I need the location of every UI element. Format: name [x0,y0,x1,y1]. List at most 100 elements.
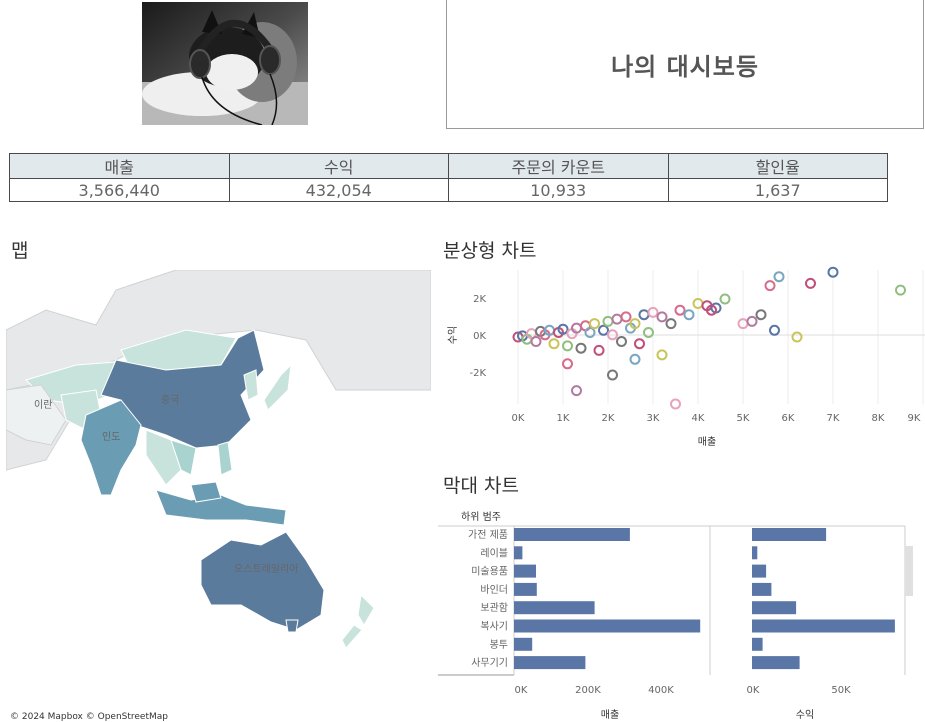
scatter-point [773,271,785,283]
scatter-point [895,284,906,296]
map-view[interactable]: 중국 이란 인도 오스트레일리아 [6,270,431,720]
scatter-point [616,336,627,347]
bar-sales-series [514,528,701,670]
bar-profit[interactable] [752,656,800,670]
scatter-title: 분상형 차트 [443,240,537,262]
bar-sales[interactable] [514,656,586,670]
bar-category-label: 레이블 [480,547,508,559]
bar-profit[interactable] [752,564,767,578]
bar-sales-tick-0: 0K [515,685,528,696]
scatter-point [805,277,816,289]
scatter-point [571,385,582,397]
scatter-point [620,311,632,323]
map-svg[interactable]: 중국 이란 인도 오스트레일리아 [6,270,431,720]
map-title: 맵 [11,240,29,262]
scatter-xtick-2: 2K [602,413,615,424]
bar-sales[interactable] [514,619,701,633]
scatter-xtick-0: 0K [512,413,525,424]
kpi-header-profit: 수익 [228,153,449,179]
scatter-ytick-0k: 0K [473,331,486,342]
bar-sales-tick-200k: 200K [575,685,601,696]
bar-title: 막대 차트 [443,475,519,497]
kpi-header-sales: 매출 [9,153,230,179]
scatter-point [670,398,681,410]
dashboard-title: 나의 대시보등 [611,52,759,81]
scatter-point [791,331,803,343]
map-label-india: 인도 [102,431,120,443]
bar-sales[interactable] [514,546,523,560]
scatter-point [769,324,780,336]
scatter-points [512,266,906,410]
kpi-value-row: 3,566,440 432,054 10,933 1,637 [9,178,888,202]
scatter-point [598,324,609,336]
map-region-tasmania[interactable] [285,619,299,633]
kpi-header-discount: 할인율 [667,153,888,179]
map-region-borneo[interactable] [190,481,222,503]
bar-profit[interactable] [752,637,763,651]
bar-sales-tick-400k: 400K [648,685,674,696]
map-label-china: 중국 [161,394,179,406]
scatter-xtick-4: 4K [692,413,705,424]
scatter-point [593,344,605,356]
bar-profit-series [752,528,895,670]
bar-category-label: 보관함 [480,602,508,614]
bar-sales[interactable] [514,601,595,615]
scatter-point [607,369,618,381]
scatter-point [746,315,758,327]
scatter-chart[interactable]: 2K 0K -2K 0K 1K 2K 3K 4K 5K 6K 7K 8K 9K … [440,262,925,454]
scatter-point [562,358,573,370]
scatter-point [638,309,650,321]
bar-sales[interactable] [514,582,537,596]
scatter-point [665,318,677,330]
kpi-table: 매출 수익 주문의 카운트 할인율 3,566,440 432,054 10,9… [9,153,888,202]
bar-chart[interactable]: 하위 범주 가전 제품레이블미술용품바인더보관함복사기봉투사무기기 0K 200… [438,500,925,720]
kpi-value-discount: 1,637 [667,178,888,202]
bar-category-label: 사무기기 [471,657,508,669]
kpi-value-order-count: 10,933 [448,178,669,202]
bar-category-label: 바인더 [480,584,508,596]
scatter-point [764,280,776,292]
scatter-point [548,338,560,350]
bar-sales[interactable] [514,637,533,651]
scatter-point [562,340,573,352]
bar-profit[interactable] [752,582,772,596]
bar-category-label: 복사기 [480,621,508,633]
scatter-point [629,353,641,365]
bar-sales[interactable] [514,528,630,541]
scatter-ylabel: 수익 [447,326,459,344]
map-credit: © 2024 Mapbox © OpenStreetMap [10,712,168,722]
scatter-point [611,313,623,325]
kpi-value-profit: 432,054 [228,178,449,202]
bar-scrollbar[interactable] [905,546,913,596]
bar-profit[interactable] [752,528,827,541]
scatter-xtick-1: 1K [557,413,570,424]
bar-category-labels: 가전 제품레이블미술용품바인더보관함복사기봉투사무기기 [468,529,508,669]
scatter-xlabel: 매출 [698,436,716,448]
dashboard-title-box: 나의 대시보등 [446,0,924,129]
scatter-point [589,318,600,330]
bar-profit[interactable] [752,546,758,560]
bar-profit[interactable] [752,601,797,615]
kpi-value-sales: 3,566,440 [9,178,230,202]
bar-sales-xlabel: 매출 [601,709,619,720]
scatter-point [575,342,587,354]
scatter-point [683,309,695,321]
bar-profit-tick-50k: 50K [831,685,851,696]
map-label-australia: 오스트레일리아 [234,563,298,575]
scatter-point [755,309,767,321]
scatter-ytick-2k: 2K [473,294,486,305]
bar-category-label: 가전 제품 [468,529,508,541]
scatter-xtick-3: 3K [647,413,660,424]
scatter-point [719,293,731,305]
bar-category-label: 봉투 [490,639,508,651]
scatter-xtick-7: 7K [827,413,840,424]
bar-profit[interactable] [752,619,895,633]
bar-sales[interactable] [514,564,536,578]
scatter-point [634,338,645,350]
scatter-point [584,327,596,338]
scatter-xtick-6: 6K [782,413,795,424]
scatter-point [530,336,542,347]
bar-category-label: 미술용품 [471,566,508,578]
map-label-iran: 이란 [34,399,52,411]
scatter-ytick-neg2k: -2K [469,368,486,379]
